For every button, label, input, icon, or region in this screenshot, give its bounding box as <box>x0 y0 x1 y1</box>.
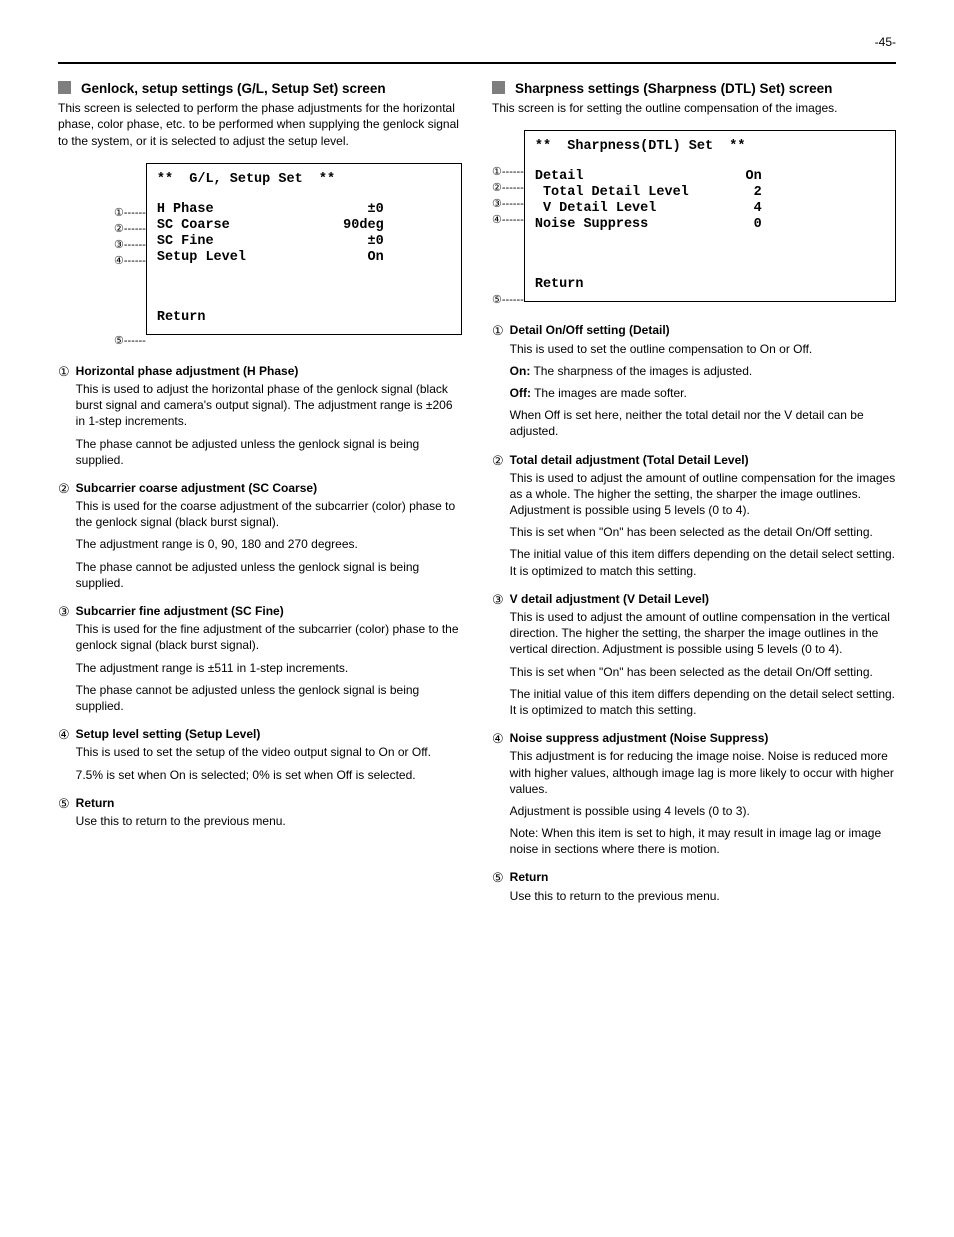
list-item: ③ V detail adjustment (V Detail Level) Thi… <box>492 591 896 724</box>
item-list: ① Detail On/Off setting (Detail) This is u… <box>492 322 896 909</box>
item-text: This is used to set the setup of the vid… <box>76 744 462 782</box>
osd-callout-markers: ①------ ②------ ③------ ④------ ⑤------ <box>492 130 524 308</box>
item-title: Total detail adjustment (Total Detail Le… <box>510 452 896 468</box>
osd-block: ①------ ②------ ③------ ④------ ⑤------ … <box>492 130 896 308</box>
two-column-layout: Genlock, setup settings (G/L, Setup Set)… <box>58 80 896 916</box>
item-list: ① Horizontal phase adjustment (H Phase) Th… <box>58 363 462 835</box>
item-title: Return <box>510 869 896 885</box>
item-title: Subcarrier fine adjustment (SC Fine) <box>76 603 462 619</box>
section-title: Genlock, setup settings (G/L, Setup Set)… <box>81 80 386 98</box>
item-title: Noise suppress adjustment (Noise Suppres… <box>510 730 896 746</box>
section-description: This screen is selected to perform the p… <box>58 100 462 149</box>
item-text: Use this to return to the previous menu. <box>510 888 896 904</box>
item-text: This is used for the coarse adjustment o… <box>76 498 462 591</box>
item-text: This is used to adjust the amount of out… <box>510 470 896 579</box>
section-title: Sharpness settings (Sharpness (DTL) Set)… <box>515 80 832 98</box>
page: -45- Genlock, setup settings (G/L, Setup… <box>0 0 954 1237</box>
item-number-icon: ③ <box>492 591 504 608</box>
right-column: Sharpness settings (Sharpness (DTL) Set)… <box>492 80 896 916</box>
list-item: ⑤ Return Use this to return to the previou… <box>58 795 462 835</box>
item-text: Use this to return to the previous menu. <box>76 813 462 829</box>
item-title: Subcarrier coarse adjustment (SC Coarse) <box>76 480 462 496</box>
item-number-icon: ④ <box>58 726 70 743</box>
osd-block: ①------ ②------ ③------ ④------ ⑤------ … <box>114 163 462 349</box>
item-number-icon: ④ <box>492 730 504 747</box>
list-item: ④ Noise suppress adjustment (Noise Suppre… <box>492 730 896 863</box>
item-title: V detail adjustment (V Detail Level) <box>510 591 896 607</box>
item-number-icon: ① <box>492 322 504 339</box>
item-number-icon: ② <box>58 480 70 497</box>
item-number-icon: ⑤ <box>58 795 70 812</box>
list-item: ④ Setup level setting (Setup Level) This i… <box>58 726 462 789</box>
osd-callout-markers: ①------ ②------ ③------ ④------ ⑤------ <box>114 163 146 349</box>
osd-screen: ** G/L, Setup Set **H Phase ±0SC Coarse … <box>146 163 462 335</box>
section-heading: Genlock, setup settings (G/L, Setup Set)… <box>58 80 462 98</box>
item-title: Return <box>76 795 462 811</box>
list-item: ② Total detail adjustment (Total Detail L… <box>492 452 896 585</box>
item-number-icon: ① <box>58 363 70 380</box>
page-number: -45- <box>875 34 896 50</box>
osd-screen: ** Sharpness(DTL) Set **Detail On Total … <box>524 130 896 302</box>
item-text: This is used to adjust the horizontal ph… <box>76 381 462 468</box>
item-number-icon: ③ <box>58 603 70 620</box>
item-text: This is used for the fine adjustment of … <box>76 621 462 714</box>
list-item: ① Detail On/Off setting (Detail) This is u… <box>492 322 896 445</box>
section-description: This screen is for setting the outline c… <box>492 100 896 116</box>
horizontal-rule <box>58 62 896 64</box>
left-column: Genlock, setup settings (G/L, Setup Set)… <box>58 80 462 916</box>
item-title: Horizontal phase adjustment (H Phase) <box>76 363 462 379</box>
item-text: This is used to set the outline compensa… <box>510 341 896 440</box>
list-item: ② Subcarrier coarse adjustment (SC Coarse… <box>58 480 462 597</box>
section-heading: Sharpness settings (Sharpness (DTL) Set)… <box>492 80 896 98</box>
square-bullet-icon <box>492 81 505 94</box>
list-item: ① Horizontal phase adjustment (H Phase) Th… <box>58 363 462 474</box>
item-title: Setup level setting (Setup Level) <box>76 726 462 742</box>
item-number-icon: ⑤ <box>492 869 504 886</box>
item-text: This is used to adjust the amount of out… <box>510 609 896 718</box>
list-item: ⑤ Return Use this to return to the previou… <box>492 869 896 909</box>
item-title: Detail On/Off setting (Detail) <box>510 322 896 338</box>
item-text: This adjustment is for reducing the imag… <box>510 748 896 857</box>
item-number-icon: ② <box>492 452 504 469</box>
list-item: ③ Subcarrier fine adjustment (SC Fine) Thi… <box>58 603 462 720</box>
square-bullet-icon <box>58 81 71 94</box>
